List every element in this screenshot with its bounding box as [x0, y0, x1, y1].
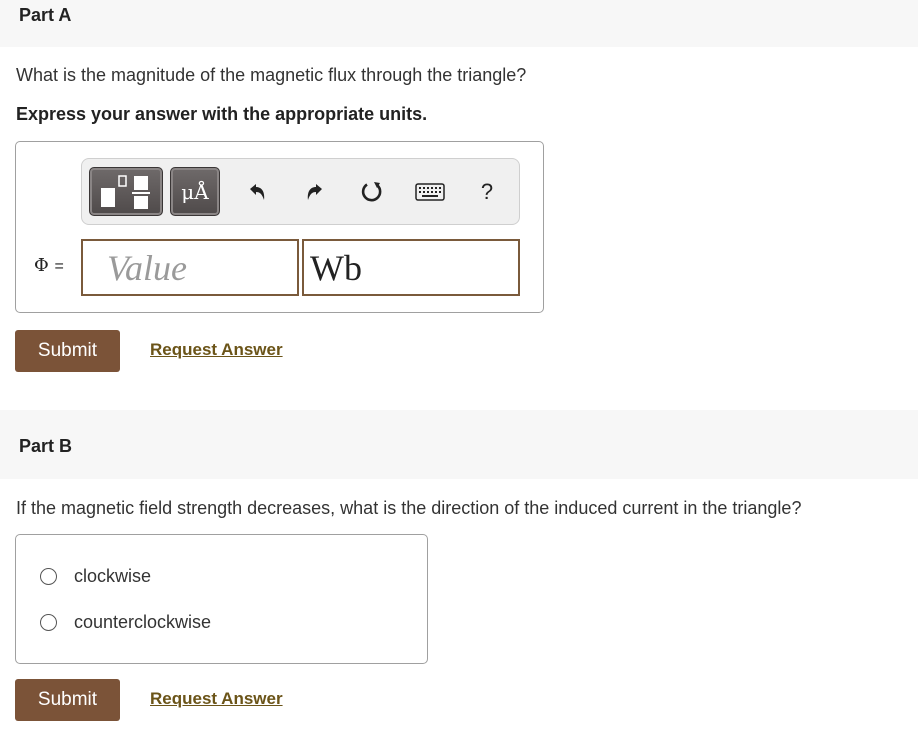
math-toolbar: μÅ ? — [81, 158, 520, 225]
answer-panel: μÅ ? Φ = Value Wb — [15, 141, 544, 313]
units-icon: μÅ — [181, 179, 209, 204]
part-a-instruction: Express your answer with the appropriate… — [16, 104, 428, 124]
option-label: counterclockwise — [74, 612, 212, 632]
redo-icon[interactable] — [300, 177, 330, 207]
part-a-question: What is the magnitude of the magnetic fl… — [16, 65, 527, 85]
part-a-submit-button[interactable]: Submit — [15, 330, 120, 372]
option-counterclockwise[interactable]: counterclockwise — [40, 612, 211, 633]
phi-symbol: Φ — [34, 255, 49, 276]
choice-list: clockwise counterclockwise — [15, 534, 428, 664]
radio-clockwise[interactable] — [40, 568, 57, 585]
part-b-request-answer-link[interactable]: Request Answer — [150, 689, 283, 709]
part-a-title: Part A — [19, 5, 72, 25]
help-icon[interactable]: ? — [472, 177, 502, 207]
part-b-header: Part B — [0, 410, 918, 479]
reset-icon[interactable] — [357, 177, 387, 207]
part-b-submit-button[interactable]: Submit — [15, 679, 120, 721]
part-a-header: Part A — [0, 0, 918, 47]
part-a-request-answer-link[interactable]: Request Answer — [150, 340, 283, 360]
units-button[interactable]: μÅ — [170, 167, 220, 216]
option-label: clockwise — [74, 566, 152, 586]
undo-icon[interactable] — [242, 177, 272, 207]
unit-input[interactable]: Wb — [302, 239, 520, 296]
keyboard-icon[interactable] — [414, 177, 446, 207]
part-b-question: If the magnetic field strength decreases… — [16, 498, 802, 518]
option-clockwise[interactable]: clockwise — [40, 566, 151, 587]
value-input[interactable] — [81, 239, 299, 296]
flux-variable-label: Φ = — [34, 255, 64, 276]
templates-button[interactable] — [89, 167, 163, 216]
radio-counterclockwise[interactable] — [40, 614, 57, 631]
templates-icon — [101, 175, 150, 209]
equals-sign: = — [54, 258, 64, 275]
part-b-title: Part B — [19, 436, 73, 456]
